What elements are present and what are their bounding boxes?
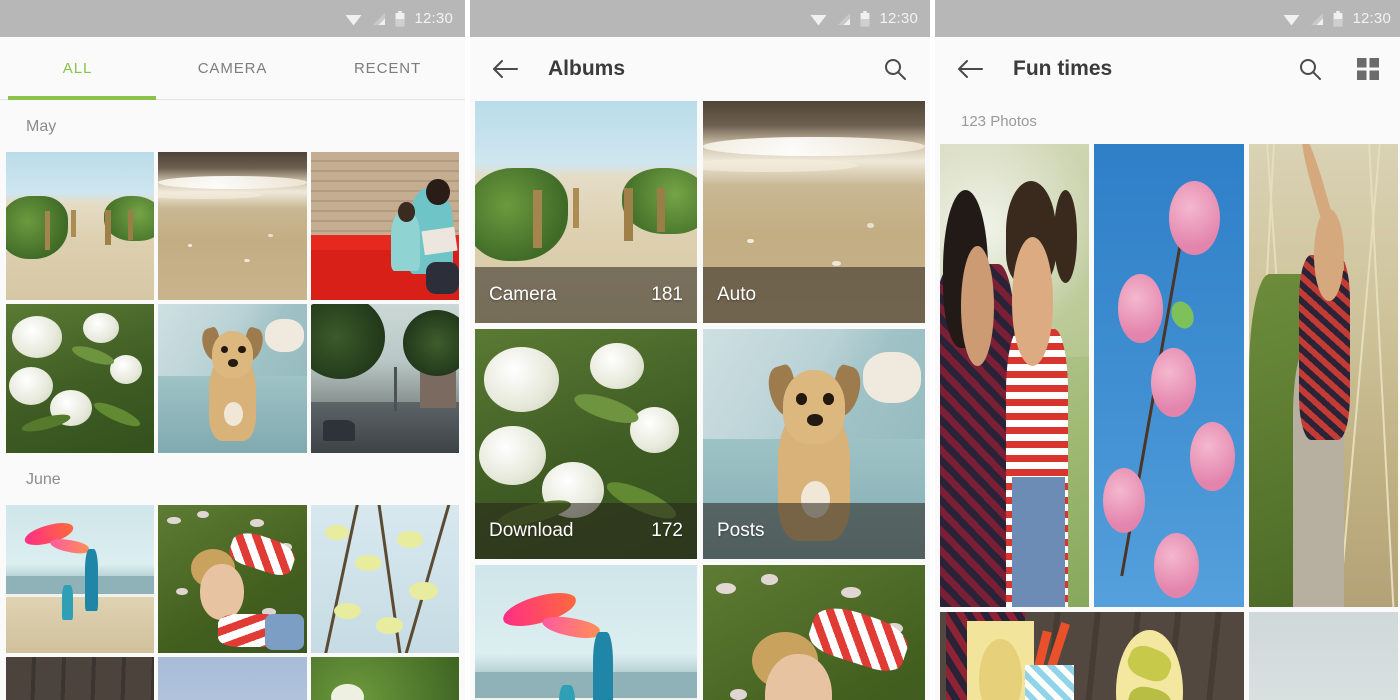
- photo-thumbnail[interactable]: [158, 656, 307, 700]
- section-header-june: June: [0, 452, 465, 505]
- wifi-icon: [345, 14, 362, 25]
- album-label-bar: Posts: [703, 503, 925, 559]
- three-phone-screens: 12:30 ALL CAMERA RECENT May June 12:30 A…: [0, 0, 1400, 700]
- photo-thumbnail[interactable]: [310, 504, 459, 653]
- photo-grid-may: [0, 152, 465, 453]
- search-icon[interactable]: [1293, 52, 1327, 86]
- photo-thumbnail[interactable]: [940, 144, 1090, 607]
- photo-thumbnail[interactable]: [6, 656, 155, 700]
- status-bar-time: 12:30: [414, 9, 453, 27]
- battery-icon: [396, 10, 405, 26]
- photo-thumbnail[interactable]: [310, 304, 459, 453]
- page-title: Albums: [548, 57, 626, 80]
- signal-icon: [373, 12, 386, 25]
- photo-thumbnail[interactable]: [6, 304, 155, 453]
- album-tile-auto[interactable]: Auto: [703, 101, 925, 323]
- photo-grid-june: [0, 504, 465, 700]
- photo-count-label: 123 Photos: [961, 113, 1037, 130]
- wifi-icon: [1283, 14, 1300, 25]
- signal-icon: [1311, 12, 1324, 25]
- wifi-icon: [810, 14, 827, 25]
- album-tile-camera[interactable]: Camera 181: [475, 101, 697, 323]
- status-bar: 12:30: [470, 0, 930, 37]
- tab-camera[interactable]: CAMERA: [155, 60, 310, 77]
- grid-view-icon[interactable]: [1351, 52, 1385, 86]
- section-header-may: May: [0, 100, 465, 152]
- album-label-bar: Auto: [703, 267, 925, 323]
- photo-thumbnail[interactable]: [310, 152, 459, 301]
- tab-all[interactable]: ALL: [0, 60, 155, 77]
- photo-thumbnail[interactable]: [310, 656, 459, 700]
- album-count: 181: [651, 284, 683, 305]
- screen-album-detail: 12:30 Fun times 123 Photos: [935, 0, 1400, 700]
- photo-thumbnail[interactable]: [6, 152, 155, 301]
- page-title: Fun times: [1013, 57, 1113, 80]
- battery-icon: [1334, 10, 1343, 26]
- photo-thumbnail[interactable]: [1248, 144, 1398, 607]
- app-bar-album-detail: Fun times: [935, 37, 1400, 101]
- album-label-bar: Camera 181: [475, 267, 697, 323]
- battery-icon: [861, 10, 870, 26]
- photo-thumbnail[interactable]: [158, 304, 307, 453]
- album-label-bar: Download 172: [475, 503, 697, 559]
- album-name: Camera: [489, 284, 557, 305]
- photo-thumbnail[interactable]: [1094, 144, 1244, 607]
- photo-thumbnail[interactable]: [158, 504, 307, 653]
- album-grid: Camera 181 Auto Download 172 Posts: [470, 101, 930, 700]
- album-tile-posts[interactable]: Posts: [703, 329, 925, 559]
- album-count: 172: [651, 520, 683, 541]
- status-bar: 12:30: [935, 0, 1400, 37]
- photo-mosaic-grid: [935, 144, 1400, 700]
- album-name: Auto: [717, 284, 757, 305]
- screen-all-photos: 12:30 ALL CAMERA RECENT May June: [0, 0, 465, 700]
- search-icon[interactable]: [878, 52, 912, 86]
- album-tile-partial[interactable]: [475, 565, 697, 700]
- status-bar-time: 12:30: [1352, 9, 1391, 27]
- album-tile-partial[interactable]: [703, 565, 925, 700]
- album-name: Posts: [717, 520, 765, 541]
- screen-albums: 12:30 Albums Camera 181 Auto Download 17…: [470, 0, 930, 700]
- album-name: Download: [489, 520, 574, 541]
- status-bar: 12:30: [0, 0, 465, 37]
- photo-thumbnail[interactable]: [940, 612, 1244, 700]
- back-arrow-icon[interactable]: [488, 52, 522, 86]
- status-bar-time: 12:30: [879, 9, 918, 27]
- photo-thumbnail[interactable]: [158, 152, 307, 301]
- tab-bar: ALL CAMERA RECENT: [0, 37, 465, 100]
- tab-recent[interactable]: RECENT: [310, 60, 465, 77]
- back-arrow-icon[interactable]: [953, 52, 987, 86]
- tab-active-indicator: [8, 96, 156, 100]
- app-bar-albums: Albums: [470, 37, 930, 101]
- album-tile-download[interactable]: Download 172: [475, 329, 697, 559]
- photo-thumbnail[interactable]: [6, 504, 155, 653]
- signal-icon: [838, 12, 851, 25]
- photo-thumbnail[interactable]: [1248, 612, 1398, 700]
